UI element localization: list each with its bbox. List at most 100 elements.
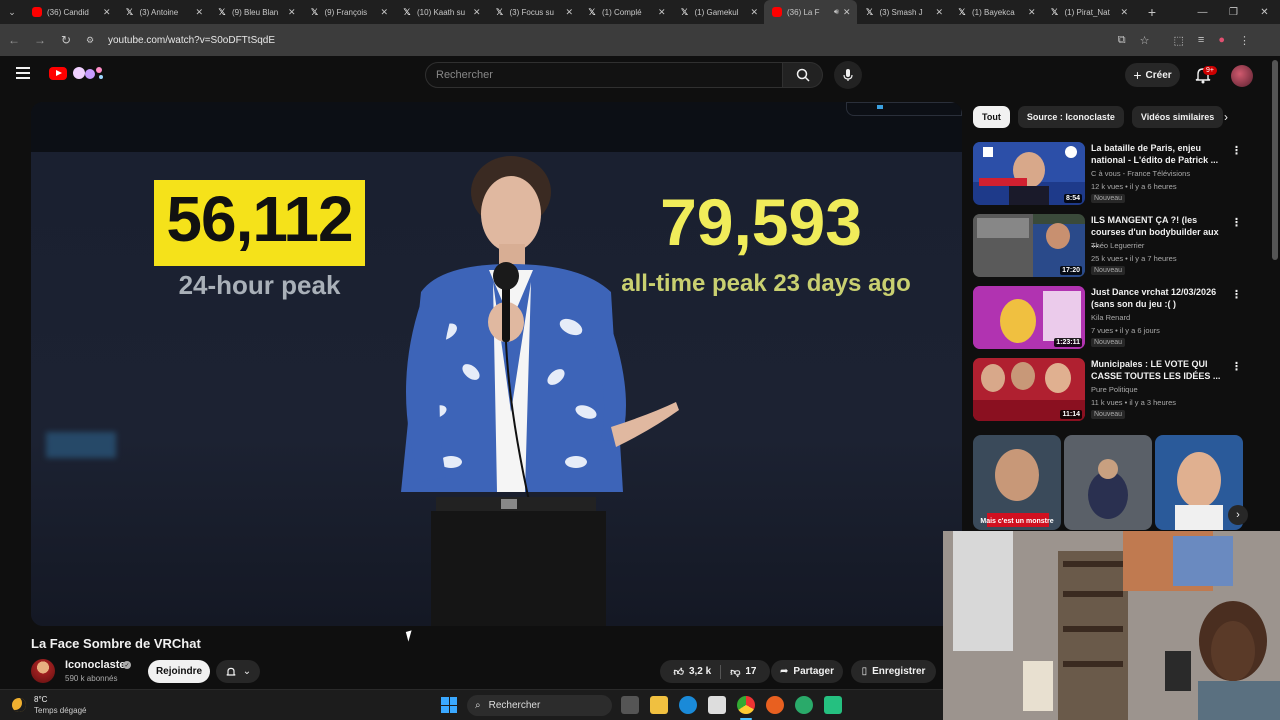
filter-chip[interactable]: Tout [973, 106, 1010, 128]
task-view-icon[interactable] [621, 696, 639, 714]
browser-tab[interactable]: 𝕏 (10) Kaath su ✕ [394, 0, 487, 24]
maximize-icon[interactable]: ❐ [1218, 0, 1249, 24]
save-button[interactable]: ▯ Enregistrer [851, 660, 936, 683]
browser-tab[interactable]: 𝕏 (1) Bayekca ✕ [949, 0, 1042, 24]
create-button[interactable]: + Créer [1125, 63, 1180, 87]
presenter-figure [401, 156, 679, 626]
tab-close-icon[interactable]: ✕ [843, 7, 851, 18]
shorts-next-arrow-icon[interactable]: › [1228, 505, 1248, 525]
tab-close-icon[interactable]: ✕ [473, 7, 481, 18]
taskbar-search[interactable]: ⌕ Rechercher [467, 695, 612, 716]
rec-title[interactable]: La bataille de Paris, enjeu national - L… [1091, 142, 1221, 166]
browser-tab[interactable]: (36) La F 🔊︎ ✕ [764, 0, 857, 24]
media-control-icon[interactable]: ≡ [1198, 34, 1204, 46]
doodle-icon[interactable] [70, 64, 106, 82]
filter-chip[interactable]: Source : Iconoclaste [1017, 106, 1124, 128]
tab-close-icon[interactable]: ✕ [750, 7, 758, 18]
subscription-bell-button[interactable]: ⌄ [216, 660, 260, 683]
browser-tab[interactable]: (36) Candid ✕ [24, 0, 117, 24]
new-tab-button[interactable]: + [1140, 0, 1164, 24]
more-options-icon[interactable]: ⋮ [1231, 144, 1242, 157]
weather-temperature[interactable]: 8°C [34, 695, 47, 704]
reload-icon[interactable]: ↻ [54, 28, 78, 52]
browser-tab[interactable]: 𝕏 (1) Gamekul ✕ [672, 0, 765, 24]
weather-moon-icon[interactable] [12, 698, 26, 712]
tab-close-icon[interactable]: ✕ [658, 7, 666, 18]
tab-close-icon[interactable]: ✕ [195, 7, 203, 18]
chips-next-arrow-icon[interactable]: › [1218, 109, 1234, 125]
tab-search-chevron-icon[interactable]: ⌄ [0, 0, 24, 24]
weather-description[interactable]: Temps dégagé [34, 706, 86, 715]
duration-badge: 8:54 [1063, 194, 1082, 203]
rec-channel[interactable]: C à vous - France Télévisions [1091, 169, 1190, 178]
search-input[interactable]: Rechercher [425, 62, 783, 88]
extensions-icon[interactable]: ⬚ [1174, 34, 1184, 47]
recommendation-item[interactable]: 17:20 ILS MANGENT ÇA ?! (les courses d'u… [973, 214, 1253, 278]
channel-avatar[interactable] [31, 659, 55, 683]
notification-count-badge: 9+ [1203, 66, 1217, 75]
page-scrollbar[interactable] [1272, 60, 1278, 260]
browser-tab[interactable]: 𝕏 (1) Complé ✕ [579, 0, 672, 24]
dislike-count[interactable]: 17 [745, 666, 756, 677]
rec-title[interactable]: Municipales : LE VOTE QUI CASSE TOUTES L… [1091, 358, 1221, 382]
rec-channel[interactable]: Pure Politique [1091, 385, 1138, 394]
tab-close-icon[interactable]: ✕ [1028, 7, 1036, 18]
close-window-icon[interactable]: ✕ [1249, 0, 1280, 24]
thumb-down-icon[interactable]: 👎︎ [730, 666, 740, 678]
like-count[interactable]: 3,2 k [689, 666, 711, 677]
firefox-icon[interactable] [766, 696, 784, 714]
voice-search-button[interactable] [834, 61, 862, 89]
recommendation-item[interactable]: 8:54 La bataille de Paris, enjeu nationa… [973, 142, 1253, 206]
join-button[interactable]: Rejoindre [148, 660, 210, 683]
site-info-icon[interactable]: ⚙ [86, 35, 102, 46]
profile-icon[interactable]: ● [1218, 34, 1225, 46]
more-options-icon[interactable]: ⋮ [1231, 216, 1242, 229]
video-player[interactable]: 56,112 24-hour peak 79,593 all-time peak… [31, 102, 962, 626]
filter-chip[interactable]: Vidéos similaires [1131, 106, 1224, 128]
share-button[interactable]: ➦ Partager [771, 660, 843, 683]
browser-tab[interactable]: 𝕏 (9) François ✕ [302, 0, 395, 24]
file-explorer-icon[interactable] [650, 696, 668, 714]
channel-name[interactable]: Iconoclaste [65, 659, 126, 671]
x-icon: 𝕏 [125, 6, 134, 17]
windows-start-icon[interactable] [441, 697, 457, 713]
more-options-icon[interactable]: ⋮ [1231, 288, 1242, 301]
app-icon[interactable] [795, 696, 813, 714]
browser-tab[interactable]: 𝕏 (3) Antoine ✕ [117, 0, 210, 24]
url-field[interactable]: ⚙ youtube.com/watch?v=S0oDFTtSqdE ⧉ ☆ ⬚ … [80, 28, 1260, 52]
thumb-up-icon[interactable]: 👍︎ [674, 666, 684, 678]
tab-close-icon[interactable]: ✕ [103, 7, 111, 18]
account-avatar[interactable] [1231, 65, 1253, 87]
recommendation-item[interactable]: 1:23:11 Just Dance vrchat 12/03/2026 (sa… [973, 286, 1253, 350]
forward-icon[interactable]: → [28, 28, 52, 52]
rec-title[interactable]: Just Dance vrchat 12/03/2026 (sans son d… [1091, 286, 1221, 310]
tab-close-icon[interactable]: ✕ [288, 7, 296, 18]
browser-menu-icon[interactable]: ⋮ [1239, 34, 1250, 47]
cast-icon[interactable]: ⧉ [1118, 34, 1126, 47]
browser-tab[interactable]: 𝕏 (3) Smash J ✕ [857, 0, 950, 24]
menu-icon[interactable] [16, 67, 30, 79]
back-icon[interactable]: ← [2, 28, 26, 52]
tab-audio-icon[interactable]: 🔊︎ [834, 7, 839, 17]
search-button[interactable] [783, 62, 823, 88]
edge-browser-icon[interactable] [679, 696, 697, 714]
browser-tab[interactable]: 𝕏 (3) Focus su ✕ [487, 0, 580, 24]
short-thumbnail[interactable]: Mais c'est un monstre [973, 435, 1061, 530]
tab-close-icon[interactable]: ✕ [380, 7, 388, 18]
minimize-icon[interactable]: — [1187, 0, 1218, 24]
bookmark-star-icon[interactable]: ☆ [1140, 34, 1150, 47]
more-options-icon[interactable]: ⋮ [1231, 360, 1242, 373]
tab-close-icon[interactable]: ✕ [1120, 7, 1128, 18]
browser-tab[interactable]: 𝕏 (1) Pirat_Nat ✕ [1042, 0, 1135, 24]
rec-channel[interactable]: Kila Renard [1091, 313, 1130, 322]
recommendation-item[interactable]: 11:14 Municipales : LE VOTE QUI CASSE TO… [973, 358, 1253, 422]
youtube-logo-icon[interactable] [49, 67, 67, 80]
app-icon-2[interactable] [824, 696, 842, 714]
store-icon[interactable] [708, 696, 726, 714]
tab-close-icon[interactable]: ✕ [565, 7, 573, 18]
chrome-icon[interactable] [737, 696, 755, 714]
rec-channel[interactable]: Théo Leguerrier [1091, 241, 1144, 250]
tab-close-icon[interactable]: ✕ [935, 7, 943, 18]
short-thumbnail[interactable] [1064, 435, 1152, 530]
browser-tab[interactable]: 𝕏 (9) Bleu Blan ✕ [209, 0, 302, 24]
